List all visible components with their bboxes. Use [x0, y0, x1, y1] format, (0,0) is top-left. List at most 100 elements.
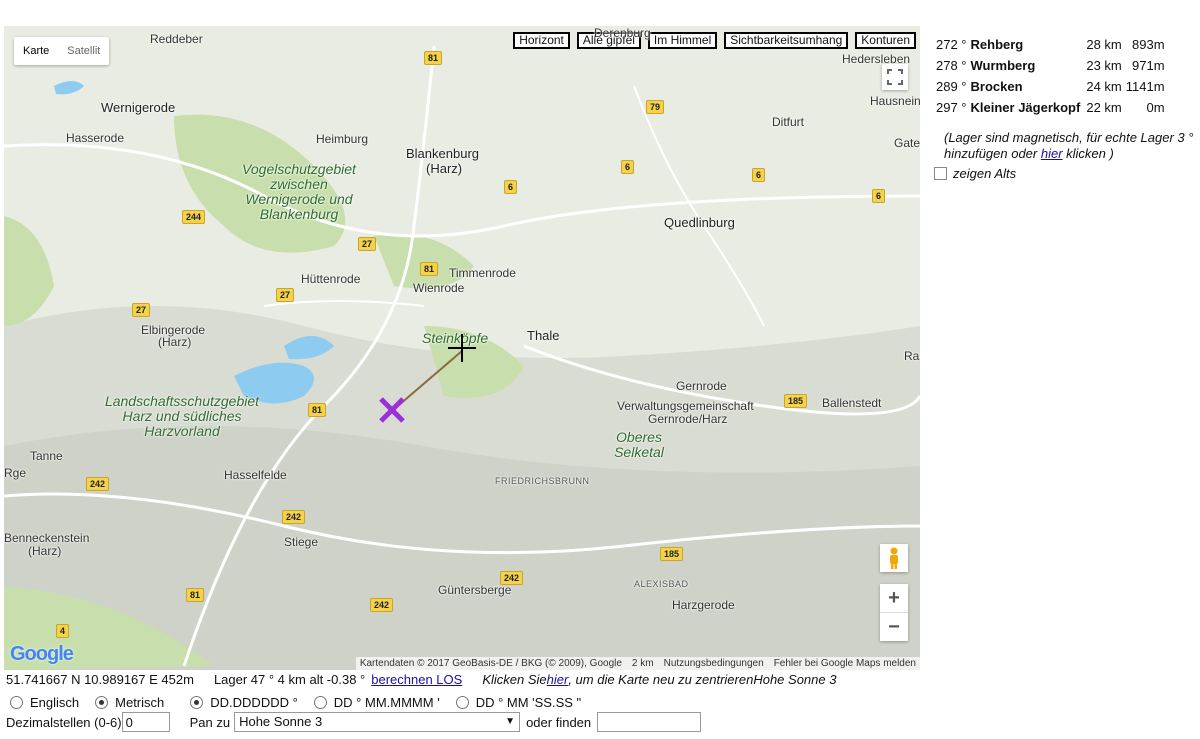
map-type-control: Karte Satellit — [14, 37, 110, 65]
zoom-control: + − — [880, 584, 908, 641]
true-bearing-link[interactable]: hier — [1041, 146, 1063, 161]
nature-area-label: Vogelschutzgebiet zwischen Wernigerode u… — [242, 161, 356, 222]
road-shield: 4 — [56, 624, 70, 638]
konturen-button[interactable]: Konturen — [855, 32, 916, 49]
bearing-note: (Lager sind magnetisch, für echte Lager … — [944, 130, 1196, 162]
place-label: Verwaltungsgemeinschaft — [617, 399, 754, 413]
map-attribution: Kartendaten © 2017 GeoBasis-DE / BKG (© … — [355, 657, 920, 670]
zoom-in-button[interactable]: + — [880, 584, 908, 612]
unit-format-options: Englisch Metrisch DD.DDDDDD ° DD ° MM.MM… — [10, 695, 581, 710]
format-ddmm-label: DD ° MM.MMMM ' — [333, 695, 440, 710]
place-label: Gernrode/Harz — [648, 412, 728, 426]
recenter-link[interactable]: hier — [547, 672, 569, 687]
peak-bearing: 289 ° — [936, 79, 967, 94]
im-himmel-button[interactable]: Im Himmel — [647, 32, 718, 49]
units-englisch-label: Englisch — [30, 695, 80, 710]
place-label: Benneckenstein — [4, 531, 90, 545]
map-type-karte[interactable]: Karte — [14, 37, 58, 65]
crosshair-icon — [448, 334, 476, 362]
peak-name: Kleiner Jägerkopf — [970, 100, 1081, 115]
road-shield: 81 — [424, 51, 443, 65]
bearing-readout: Lager 47 ° 4 km alt -0.38 ° — [213, 672, 366, 687]
recenter-text: Klicken Sie — [482, 672, 547, 687]
place-label: Hasselfelde — [224, 468, 287, 482]
show-alts-checkbox[interactable] — [934, 167, 947, 180]
peak-bearing: 278 ° — [936, 58, 967, 73]
report-error-link[interactable]: Fehler bei Google Maps melden — [774, 658, 916, 669]
place-label: Ballenstedt — [822, 396, 882, 410]
units-metrisch-label: Metrisch — [115, 695, 165, 710]
terms-link[interactable]: Nutzungsbedingungen — [664, 658, 764, 669]
road-shield: 242 — [370, 598, 394, 612]
map-type-satellit[interactable]: Satellit — [58, 37, 109, 65]
place-label: Harzgerode — [672, 598, 735, 612]
place-label: Quedlinburg — [664, 215, 735, 230]
pan-select[interactable]: Hohe Sonne 3 ▼ — [234, 712, 521, 732]
peak-altitude: 0m — [1146, 100, 1165, 115]
units-metrisch-radio[interactable] — [95, 696, 109, 709]
peak-name: Wurmberg — [970, 58, 1036, 73]
peak-name: Brocken — [970, 79, 1023, 94]
road-shield: 242 — [282, 510, 306, 524]
map-toolbar: Horizont Alle gipfel Im Himmel Sichtbark… — [513, 32, 916, 49]
road-shield: 185 — [660, 547, 684, 561]
place-label: Stiege — [284, 535, 319, 549]
horizont-button[interactable]: Horizont — [513, 32, 570, 49]
decimals-input[interactable]: 0 — [121, 712, 170, 732]
sichtbarkeitsumhang-button[interactable]: Sichtbarkeitsumhang — [724, 32, 849, 49]
zoom-out-button[interactable]: − — [880, 613, 908, 641]
pegman-button[interactable] — [880, 544, 908, 572]
peak-row: 297 ° Kleiner Jägerkopf 22 km 0m — [934, 97, 1167, 118]
format-ddmmss-radio[interactable] — [455, 696, 469, 709]
peak-name: Rehberg — [970, 37, 1024, 52]
format-ddmm-radio[interactable] — [313, 696, 327, 709]
decimals-label: Dezimalstellen (0-6) — [6, 714, 122, 730]
place-label: Reddeber — [150, 32, 203, 46]
place-label: Blankenburg — [406, 146, 479, 161]
road-shield: 242 — [500, 571, 524, 585]
road-shield: 242 — [86, 477, 110, 491]
google-logo: Google — [10, 643, 74, 665]
pan-find-row: Dezimalstellen (0-6) 0 Pan zu Hohe Sonne… — [6, 712, 702, 732]
place-label: Derenburg — [594, 26, 651, 40]
units-englisch-radio[interactable] — [10, 696, 23, 709]
map-view[interactable]: Karte Satellit Horizont Alle gipfel Im H… — [4, 26, 920, 670]
road-shield: 81 — [186, 588, 205, 602]
road-shield: 79 — [646, 100, 665, 114]
peak-results-panel: 272 ° Rehberg 28 km 893m 278 ° Wurmberg 23 km 9… — [934, 34, 1196, 181]
place-label: Gernrode — [676, 379, 727, 393]
peak-row: 272 ° Rehberg 28 km 893m — [934, 34, 1167, 55]
place-label: Gate — [894, 136, 920, 150]
place-label: Heimburg — [316, 132, 369, 146]
road-shield: 81 — [308, 403, 327, 417]
place-label: (Harz) — [158, 335, 192, 349]
peak-table: 272 ° Rehberg 28 km 893m 278 ° Wurmberg 23 km 9… — [934, 34, 1167, 118]
place-label: FRIEDRICHSBRUNN — [495, 476, 590, 486]
place-label: (Harz) — [426, 161, 463, 176]
peak-altitude: 1141m — [1125, 79, 1165, 94]
fullscreen-button[interactable] — [882, 64, 908, 90]
place-label: Timmenrode — [449, 266, 516, 280]
peak-distance: 24 km — [1086, 79, 1122, 94]
chevron-down-icon: ▼ — [505, 716, 516, 727]
peak-distance: 28 km — [1086, 37, 1122, 52]
show-alts-option[interactable]: zeigen Alts — [934, 166, 1196, 181]
road-shield: 185 — [784, 394, 808, 408]
road-shield: 6 — [872, 189, 886, 203]
find-input[interactable] — [597, 712, 702, 732]
nature-area-label: Oberes Selketal — [614, 429, 664, 460]
peak-altitude: 893m — [1132, 37, 1165, 52]
position-marker-icon[interactable] — [378, 396, 406, 424]
place-label: Wienrode — [413, 281, 465, 295]
peak-row: 289 ° Brocken 24 km 1141m — [934, 76, 1167, 97]
place-label: Tanne — [30, 449, 63, 463]
road-shield: 6 — [504, 180, 518, 194]
place-label: Rge — [4, 466, 27, 480]
format-dd-radio[interactable] — [190, 696, 204, 709]
format-dd-label: DD.DDDDDD ° — [210, 695, 298, 710]
note-text: klicken ) — [1062, 146, 1114, 161]
peak-distance: 22 km — [1086, 100, 1122, 115]
pan-select-value: Hohe Sonne 3 — [239, 714, 323, 729]
calculate-los-link[interactable]: berechnen LOS — [371, 672, 462, 687]
place-label: Hüttenrode — [301, 272, 361, 286]
